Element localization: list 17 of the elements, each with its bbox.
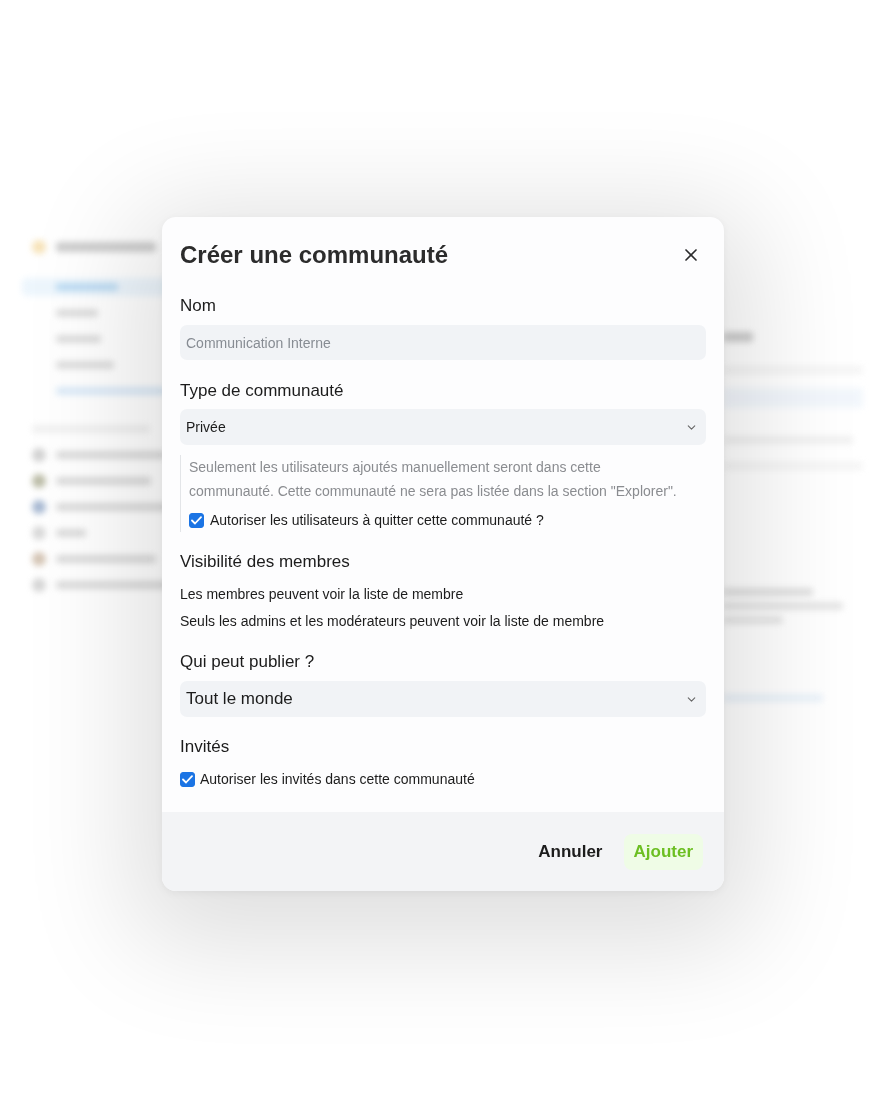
checkbox-label: Autoriser les utilisateurs à quitter cette communauté ?	[210, 511, 544, 529]
name-input[interactable]: Communication Interne	[180, 325, 706, 360]
visibility-option: Les membres peuvent voir la liste de membre	[180, 584, 706, 604]
checkbox-label: Autoriser les invités dans cette communauté	[200, 770, 475, 788]
publish-select[interactable]: Tout le monde	[180, 681, 706, 717]
cancel-button[interactable]: Annuler	[528, 834, 613, 870]
checkbox[interactable]	[189, 512, 204, 528]
section-label: Invités	[180, 737, 231, 757]
dialog-title: Créer une communauté	[180, 241, 449, 269]
field-label: Qui peut publier ?	[180, 652, 316, 672]
type-description: Seulement les utilisateurs ajoutés manuellement seront dans cette communauté. Cette communauté ne sera pas listée dans la section "Explorer".	[189, 458, 678, 501]
visibility-option: Seuls les admins et les modérateurs peuvent voir la liste de membre	[180, 611, 706, 631]
checkbox[interactable]	[180, 771, 195, 787]
field-label: Type de communauté	[180, 381, 345, 401]
type-select[interactable]: Privée	[180, 409, 706, 445]
field-label: Nom	[180, 296, 217, 316]
section-label: Visibilité des membres	[180, 552, 351, 572]
